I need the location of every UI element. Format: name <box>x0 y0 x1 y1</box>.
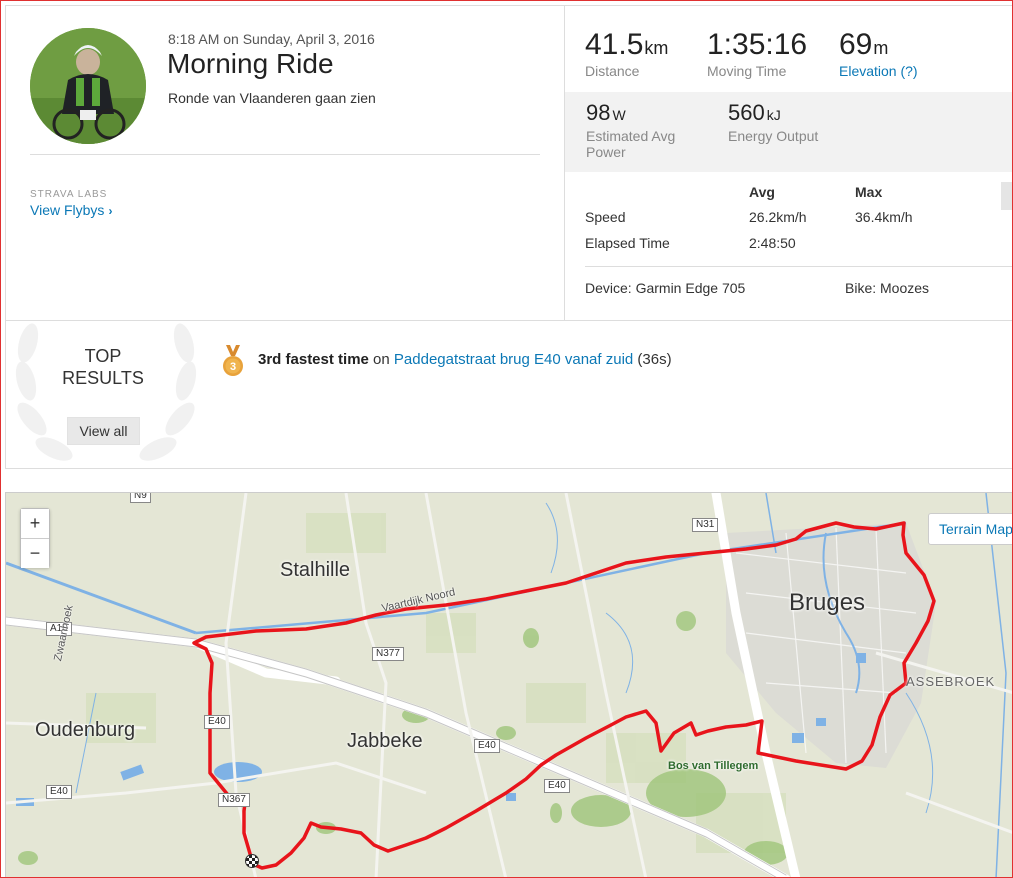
achievement-text: 3rd fastest time on Paddegatstraat brug … <box>258 351 672 368</box>
moving-time-value: 1:35:16 <box>707 28 808 61</box>
medal-rank: 3 <box>230 361 236 373</box>
moving-time-label: Moving Time <box>707 63 787 79</box>
road-label-e40: E40 <box>544 779 570 793</box>
distance-label: Distance <box>585 63 640 79</box>
divider <box>585 266 1013 267</box>
energy-unit: kJ <box>766 107 781 123</box>
athlete-avatar[interactable] <box>30 28 146 144</box>
power-label-line2: Power <box>586 144 626 160</box>
divider <box>30 154 540 155</box>
elevation-help-link[interactable]: Elevation (?) <box>839 63 918 79</box>
road-label-n367: N367 <box>218 793 250 807</box>
top-results-heading: TOP RESULTS <box>46 345 160 389</box>
achievement-on: on <box>368 351 394 368</box>
energy-stat: 560 kJ Energy Output <box>728 100 818 144</box>
road-label-n9: N9 <box>130 493 151 503</box>
max-column-header: Max <box>855 184 883 200</box>
zoom-out-button[interactable]: − <box>21 539 49 568</box>
road-label-e40: E40 <box>474 739 500 753</box>
place-assebroek: ASSEBROEK <box>906 674 996 689</box>
distance-stat: 41.5km Distance <box>585 28 668 79</box>
bronze-medal-icon: 3 <box>223 345 243 376</box>
segment-time: (36s) <box>633 351 672 368</box>
achievement-rank: 3rd fastest time <box>258 351 369 368</box>
stats-panel: 41.5km Distance 1:35:16 Moving Time 69m … <box>564 6 1013 321</box>
place-oudenburg: Oudenburg <box>35 719 136 741</box>
finish-flag-icon[interactable] <box>245 854 259 868</box>
road-label-n377: N377 <box>372 647 404 661</box>
device-info: Device: Garmin Edge 705 <box>585 280 746 296</box>
chevron-right-icon: › <box>108 204 113 218</box>
place-jabbeke: Jabbeke <box>347 730 423 752</box>
terrain-map-button[interactable]: Terrain Map <box>928 513 1013 545</box>
strava-labs-label: STRAVA LABS <box>30 189 108 200</box>
top-results-line2: RESULTS <box>62 368 144 388</box>
power-value: 98 <box>586 100 611 125</box>
power-stats-band: 98 W Estimated Avg Power 560 kJ Energy Out… <box>565 92 1013 172</box>
elevation-stat: 69m Elevation (?) <box>839 28 918 79</box>
avg-column-header: Avg <box>749 184 775 200</box>
power-unit: W <box>612 107 626 123</box>
speed-row-label: Speed <box>585 209 626 225</box>
energy-value: 560 <box>728 100 765 125</box>
speed-max: 36.4km/h <box>855 209 913 225</box>
elevation-value: 69 <box>839 28 873 61</box>
power-label-line1: Estimated Avg <box>586 128 676 144</box>
road-label-n31: N31 <box>692 518 719 532</box>
activity-datetime: 8:18 AM on Sunday, April 3, 2016 <box>168 31 375 47</box>
place-stalhille: Stalhille <box>280 559 351 581</box>
moving-time-stat: 1:35:16 Moving Time <box>707 28 807 79</box>
road-label-e40: E40 <box>204 715 230 729</box>
activity-header: 8:18 AM on Sunday, April 3, 2016 Morning… <box>5 5 1013 321</box>
laurel-wreath-icon <box>15 323 197 461</box>
power-stat: 98 W Estimated Avg Power <box>586 100 675 160</box>
place-bos-van-tillegem: Bos van Tillegem <box>668 760 759 772</box>
segment-link[interactable]: Paddegatstraat brug E40 vanaf zuid <box>394 351 633 368</box>
zoom-control: + − <box>20 508 50 568</box>
map-canvas <box>6 493 1013 878</box>
road-label-e40: E40 <box>46 785 72 799</box>
elevation-unit: m <box>873 38 889 58</box>
speed-avg: 26.2km/h <box>749 209 807 225</box>
place-bruges: Bruges <box>789 589 866 616</box>
elapsed-time-label: Elapsed Time <box>585 235 670 251</box>
panel-scroll-tab[interactable] <box>1001 182 1013 210</box>
activity-description: Ronde van Vlaanderen gaan zien <box>168 90 376 106</box>
distance-value: 41.5 <box>585 28 644 61</box>
top-results-panel: TOP RESULTS View all 3 3rd fastest time … <box>5 321 1013 469</box>
elapsed-time-avg: 2:48:50 <box>749 235 796 251</box>
bike-info: Bike: Moozes <box>845 280 930 296</box>
view-flybys-link[interactable]: View Flybys › <box>30 202 112 218</box>
energy-label: Energy Output <box>728 128 819 144</box>
view-flybys-label: View Flybys <box>30 202 105 218</box>
top-results-line1: TOP <box>84 346 122 366</box>
zoom-in-button[interactable]: + <box>21 509 49 538</box>
route-map[interactable]: + − Terrain Map Stalhille Bruges Oudenbu… <box>5 492 1013 878</box>
view-all-button[interactable]: View all <box>67 417 140 445</box>
distance-unit: km <box>644 38 669 58</box>
activity-title: Morning Ride <box>167 48 334 79</box>
